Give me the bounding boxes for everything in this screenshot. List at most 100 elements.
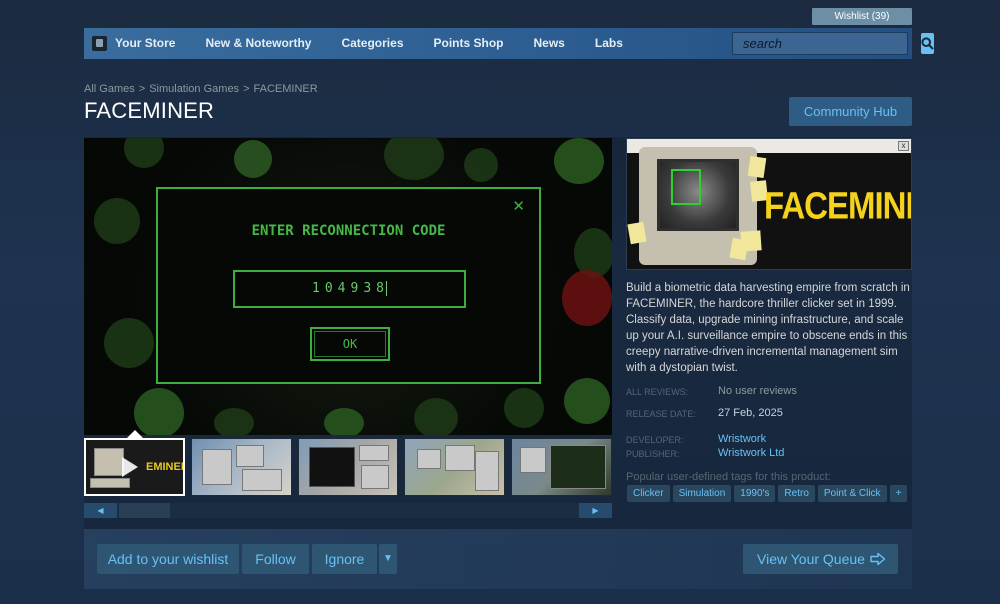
search-box — [732, 32, 934, 55]
scrollbar-handle[interactable] — [119, 503, 170, 518]
thumb-window — [201, 449, 232, 485]
thumbnail-scrollbar[interactable]: ◀ ▶ — [84, 503, 612, 518]
background-blob — [414, 398, 458, 435]
thumb-keyboard — [90, 478, 130, 488]
nav-points-shop[interactable]: Points Shop — [419, 28, 519, 59]
dialog-close-icon[interactable]: ✕ — [512, 197, 525, 215]
nav-news[interactable]: News — [519, 28, 580, 59]
tag-point-and-click[interactable]: Point & Click — [817, 485, 887, 502]
background-blob — [134, 388, 184, 435]
face-detection-box — [671, 169, 701, 205]
arrow-right-icon — [870, 552, 886, 566]
publisher-link[interactable]: Wristwork Ltd — [718, 447, 784, 459]
breadcrumb-separator: > — [243, 83, 250, 95]
background-blob — [324, 408, 364, 435]
add-to-wishlist-button[interactable]: Add to your wishlist — [97, 544, 239, 574]
tags-label: Popular user-defined tags for this produ… — [626, 471, 831, 483]
background-blob — [554, 138, 604, 184]
thumbnail-2[interactable] — [190, 438, 292, 496]
code-value: 104938 — [312, 281, 389, 296]
thumb-monitor — [94, 448, 124, 476]
chevron-down-icon: ▼ — [383, 553, 393, 564]
search-input[interactable] — [733, 33, 921, 54]
thumb-window — [235, 445, 264, 467]
search-button[interactable] — [921, 33, 934, 54]
sticky-note — [740, 230, 762, 252]
text-caret — [385, 281, 387, 296]
ignore-dropdown-button[interactable]: ▼ — [379, 544, 397, 574]
arrow-left-icon: ◀ — [97, 506, 104, 515]
tag-simulation[interactable]: Simulation — [672, 485, 732, 502]
nav-categories[interactable]: Categories — [326, 28, 418, 59]
breadcrumb-faceminer[interactable]: FACEMINER — [254, 83, 318, 95]
tag-clicker[interactable]: Clicker — [627, 485, 670, 502]
add-tag-button[interactable]: + — [889, 485, 908, 502]
background-blob — [214, 408, 254, 435]
breadcrumb-simulation-games[interactable]: Simulation Games — [149, 83, 239, 95]
nav-labs[interactable]: Labs — [580, 28, 638, 59]
ok-button[interactable]: OK — [310, 327, 390, 361]
background-blob — [562, 270, 612, 326]
thumb-window — [550, 445, 607, 489]
ok-label: OK — [342, 337, 358, 351]
thumb-window — [520, 447, 547, 473]
background-blob — [504, 388, 544, 428]
breadcrumb-all-games[interactable]: All Games — [84, 83, 135, 95]
thumb-window — [417, 449, 442, 469]
view-queue-button[interactable]: View Your Queue — [743, 544, 898, 574]
tag-list: Clicker Simulation 1990's Retro Point & … — [627, 485, 908, 502]
sticky-note — [627, 221, 647, 245]
play-icon — [122, 457, 138, 477]
thumbnail-5[interactable] — [511, 438, 612, 496]
tag-retro[interactable]: Retro — [778, 485, 815, 502]
thumb-video-title: EMINER — [146, 461, 185, 473]
developer-link[interactable]: Wristwork — [718, 433, 766, 445]
release-date-label: RELEASE DATE: — [626, 409, 696, 419]
reviews-value: No user reviews — [718, 385, 797, 397]
background-blob — [94, 198, 140, 244]
follow-button[interactable]: Follow — [242, 544, 309, 574]
nav-your-store[interactable]: Your Store — [84, 28, 190, 59]
capsule-title: FACEMINER — [764, 184, 911, 227]
main-screenshot[interactable]: ✕ ENTER RECONNECTION CODE 104938 OK — [84, 138, 612, 435]
breadcrumb: All Games > Simulation Games > FACEMINER — [84, 83, 318, 95]
reconnection-dialog: ✕ ENTER RECONNECTION CODE 104938 OK — [156, 187, 541, 384]
reconnection-code-field[interactable]: 104938 — [233, 270, 466, 308]
page-title: FACEMINER — [84, 98, 215, 123]
tag-1990s[interactable]: 1990's — [734, 485, 776, 502]
thumbnail-strip: EMINER — [84, 438, 612, 498]
ignore-button[interactable]: Ignore — [312, 544, 377, 574]
thumb-window — [445, 445, 476, 471]
breadcrumb-separator: > — [138, 83, 146, 95]
scroll-right-button[interactable]: ▶ — [579, 503, 612, 518]
thumbnail-video[interactable]: EMINER — [84, 438, 185, 496]
developer-label: DEVELOPER: — [626, 435, 684, 445]
reviews-label: ALL REVIEWS: — [626, 387, 689, 397]
background-blob — [234, 140, 272, 178]
background-blob — [564, 378, 610, 424]
dialog-title: ENTER RECONNECTION CODE — [251, 223, 446, 239]
arrow-right-icon: ▶ — [592, 506, 599, 515]
thumb-window — [358, 445, 389, 461]
nav-your-store-label: Your Store — [115, 36, 176, 50]
game-description: Build a biometric data harvesting empire… — [626, 282, 910, 374]
background-blob — [104, 318, 154, 368]
wishlist-count-button[interactable]: Wishlist (39) — [812, 8, 912, 25]
store-icon — [92, 36, 107, 51]
scroll-left-button[interactable]: ◀ — [84, 503, 117, 518]
game-capsule-image: FACEMINER x — [626, 138, 912, 270]
thumb-window — [308, 447, 355, 487]
search-icon — [921, 37, 934, 50]
thumb-window — [475, 451, 500, 491]
nav-new-noteworthy[interactable]: New & Noteworthy — [190, 28, 326, 59]
release-date-value: 27 Feb, 2025 — [718, 407, 783, 419]
thumbnail-4[interactable] — [404, 438, 506, 496]
thumb-window — [360, 465, 389, 489]
thumbnail-3[interactable] — [297, 438, 399, 496]
publisher-label: PUBLISHER: — [626, 449, 680, 459]
capsule-close-icon: x — [898, 141, 909, 151]
community-hub-button[interactable]: Community Hub — [789, 97, 912, 126]
sticky-note — [747, 155, 767, 179]
store-nav-bar: Your Store New & Noteworthy Categories P… — [84, 28, 934, 59]
thumb-window — [241, 469, 282, 491]
